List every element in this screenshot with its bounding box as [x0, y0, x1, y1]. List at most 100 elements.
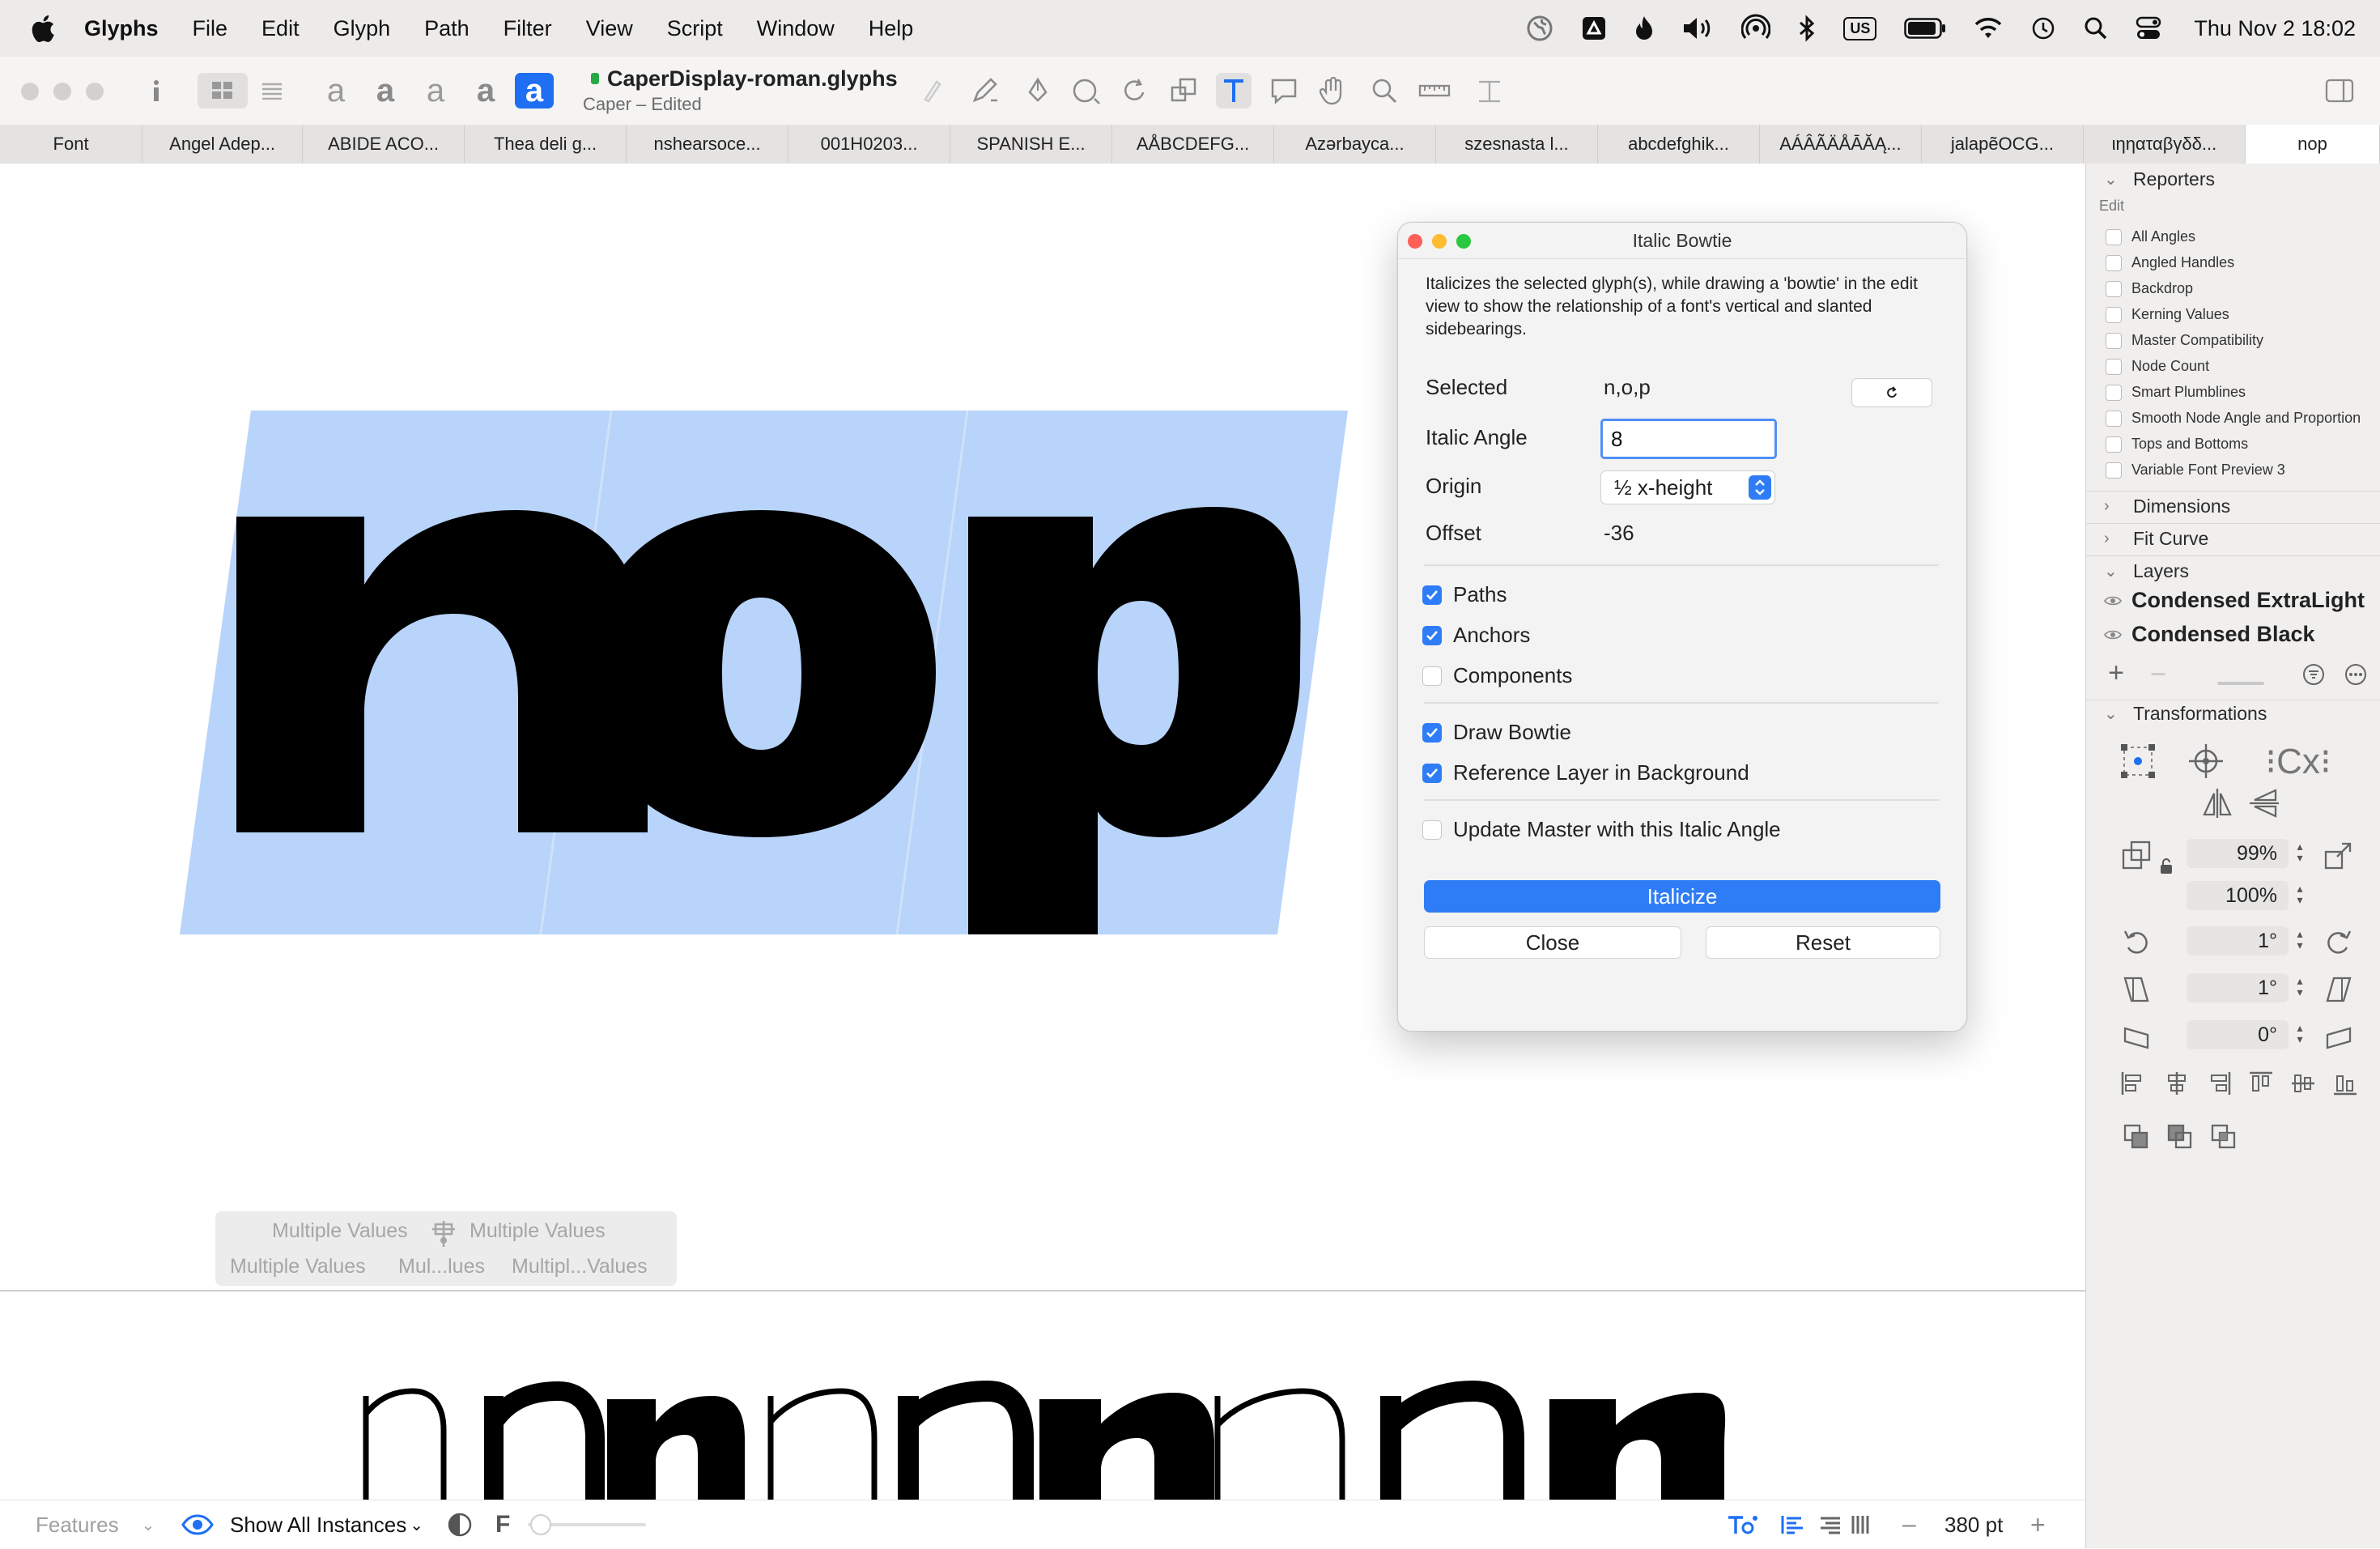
layers-resize-handle[interactable]	[2217, 682, 2264, 685]
zoom-tool-icon[interactable]	[1366, 73, 1402, 109]
annotation-tool-icon[interactable]	[1266, 73, 1302, 109]
mirror-horizontal-icon[interactable]	[2201, 787, 2233, 819]
menu-bar-clock[interactable]: Thu Nov 2 18:02	[2194, 16, 2356, 41]
window-close-button[interactable]	[21, 83, 39, 100]
reporter-variable-font-preview[interactable]: Variable Font Preview 3	[2106, 462, 2285, 479]
reporter-master-compatibility[interactable]: Master Compatibility	[2106, 332, 2263, 349]
rotate-field[interactable]: 1°	[2187, 926, 2289, 955]
control-center-icon[interactable]	[2136, 16, 2161, 40]
list-view-icon[interactable]	[249, 73, 295, 109]
skew-down-icon[interactable]	[2119, 1020, 2154, 1053]
align-left-icon[interactable]	[1781, 1500, 1805, 1549]
grid-view-icon[interactable]	[198, 73, 248, 109]
union-icon[interactable]	[2122, 1122, 2151, 1151]
align-left-edges-icon[interactable]	[2119, 1069, 2148, 1098]
transformations-section-header[interactable]: ⌄ Transformations	[2104, 703, 2267, 725]
time-machine-icon[interactable]	[2030, 15, 2056, 41]
subtract-icon[interactable]	[2165, 1122, 2195, 1151]
tab-font[interactable]: Font	[0, 125, 143, 164]
remove-layer-button[interactable]: –	[2146, 659, 2170, 686]
scale-down-icon[interactable]	[2119, 839, 2154, 871]
preview-divider[interactable]	[0, 1290, 2085, 1292]
spotlight-search-icon[interactable]	[2084, 16, 2108, 40]
drive-icon[interactable]	[1581, 15, 1607, 41]
tab-edit-3[interactable]: Thea deli g...	[465, 125, 627, 164]
features-menu[interactable]: Features ⌄	[36, 1500, 155, 1549]
slant-stepper[interactable]: ▴ ▾	[2293, 975, 2306, 1001]
preview-slider[interactable]	[528, 1500, 649, 1549]
contrast-icon[interactable]	[447, 1500, 473, 1549]
scale-y-field[interactable]: 100%	[2187, 881, 2289, 910]
rotate-left-icon[interactable]	[2119, 926, 2154, 959]
reporter-backdrop[interactable]: Backdrop	[2106, 280, 2193, 297]
reporter-angled-handles[interactable]: Angled Handles	[2106, 254, 2234, 271]
align-horizontal-centers-icon[interactable]	[2162, 1069, 2191, 1098]
reporter-all-angles[interactable]: All Angles	[2106, 228, 2195, 245]
align-right-edges-icon[interactable]	[2204, 1069, 2233, 1098]
more-options-icon[interactable]	[2344, 662, 2368, 687]
skew-field[interactable]: 0°	[2187, 1020, 2289, 1049]
crosshair-origin-icon[interactable]	[2187, 742, 2225, 781]
reset-button[interactable]: Reset	[1706, 926, 1940, 959]
show-instances-menu[interactable]: Show All Instances ⌄	[230, 1500, 423, 1549]
tab-edit-12[interactable]: jalapẽOCG...	[1922, 125, 2084, 164]
layer-item[interactable]: Condensed Black	[2104, 622, 2315, 647]
menu-window[interactable]: Window	[757, 16, 835, 41]
master-active-icon[interactable]: a	[515, 73, 554, 109]
menu-filter[interactable]: Filter	[504, 16, 552, 41]
menu-help[interactable]: Help	[869, 16, 914, 41]
window-minimize-button[interactable]	[53, 83, 71, 100]
slant-field[interactable]: 1°	[2187, 973, 2289, 1002]
menu-view[interactable]: View	[586, 16, 633, 41]
menu-file[interactable]: File	[193, 16, 228, 41]
skew-up-icon[interactable]	[2321, 1020, 2357, 1053]
tab-edit-active[interactable]: nop	[2245, 125, 2380, 164]
intersect-icon[interactable]	[2209, 1122, 2238, 1151]
reporter-tops-and-bottoms[interactable]: Tops and Bottoms	[2106, 436, 2248, 453]
type-metrics-icon[interactable]	[1472, 73, 1507, 109]
menu-script[interactable]: Script	[667, 16, 723, 41]
battery-icon[interactable]	[1904, 18, 1946, 39]
tab-edit-7[interactable]: AÅBCDEFG...	[1112, 125, 1274, 164]
keyboard-layout-badge[interactable]: US	[1843, 16, 1877, 40]
center-x-origin-icon[interactable]: ⁝Cx⁝	[2251, 742, 2345, 781]
lock-icon[interactable]	[2157, 857, 2175, 876]
reporter-kerning-values[interactable]: Kerning Values	[2106, 306, 2229, 323]
features-f-button[interactable]: F	[495, 1500, 510, 1549]
apple-menu-icon[interactable]	[31, 12, 60, 45]
reporter-smart-plumblines[interactable]: Smart Plumblines	[2106, 384, 2246, 401]
pen-tool-icon[interactable]	[1020, 73, 1056, 109]
vertical-text-icon[interactable]	[1851, 1500, 1870, 1549]
layer-eye-icon[interactable]	[2104, 595, 2122, 606]
font-size-field[interactable]: 380 pt	[1944, 1500, 2003, 1549]
layer-item[interactable]: Condensed ExtraLight	[2104, 588, 2365, 613]
reporter-node-count[interactable]: Node Count	[2106, 358, 2209, 375]
scale-x-stepper[interactable]: ▴ ▾	[2293, 840, 2306, 866]
slant-right-icon[interactable]	[2321, 973, 2357, 1006]
scale-x-field[interactable]: 99%	[2187, 839, 2289, 868]
master-thin-icon[interactable]: a	[322, 73, 350, 109]
measure-tool-icon[interactable]	[1417, 73, 1452, 109]
fit-curve-section-header[interactable]: › Fit Curve	[2104, 528, 2208, 550]
reference-layer-checkbox[interactable]: Reference Layer in Background	[1422, 760, 1749, 785]
italic-angle-input[interactable]	[1600, 419, 1777, 459]
anchors-checkbox[interactable]: Anchors	[1422, 623, 1530, 648]
tab-edit-9[interactable]: szesnasta l...	[1436, 125, 1598, 164]
text-options-icon[interactable]	[1726, 1500, 1758, 1549]
menu-path[interactable]: Path	[424, 16, 470, 41]
tab-edit-11[interactable]: AÁÂÃÄÅĀĂĄ...	[1760, 125, 1922, 164]
align-top-edges-icon[interactable]	[2246, 1069, 2276, 1098]
scale-tool-icon[interactable]	[1166, 73, 1201, 109]
tab-edit-6[interactable]: SPANISH E...	[950, 125, 1113, 164]
rotate-stepper[interactable]: ▴ ▾	[2293, 928, 2306, 954]
bluetooth-icon[interactable]	[1798, 15, 1816, 42]
shape-tool-icon[interactable]	[1069, 73, 1104, 109]
wifi-icon[interactable]	[1974, 17, 2003, 40]
align-bottom-edges-icon[interactable]	[2331, 1069, 2360, 1098]
menu-app-name[interactable]: Glyphs	[84, 16, 159, 41]
text-tool-icon[interactable]	[1216, 73, 1252, 109]
refresh-selection-button[interactable]	[1851, 378, 1932, 407]
tab-edit-13[interactable]: ιηηαταβγδδ...	[2084, 125, 2246, 164]
scale-up-icon[interactable]	[2321, 839, 2357, 871]
rotate-right-icon[interactable]	[2321, 926, 2357, 959]
